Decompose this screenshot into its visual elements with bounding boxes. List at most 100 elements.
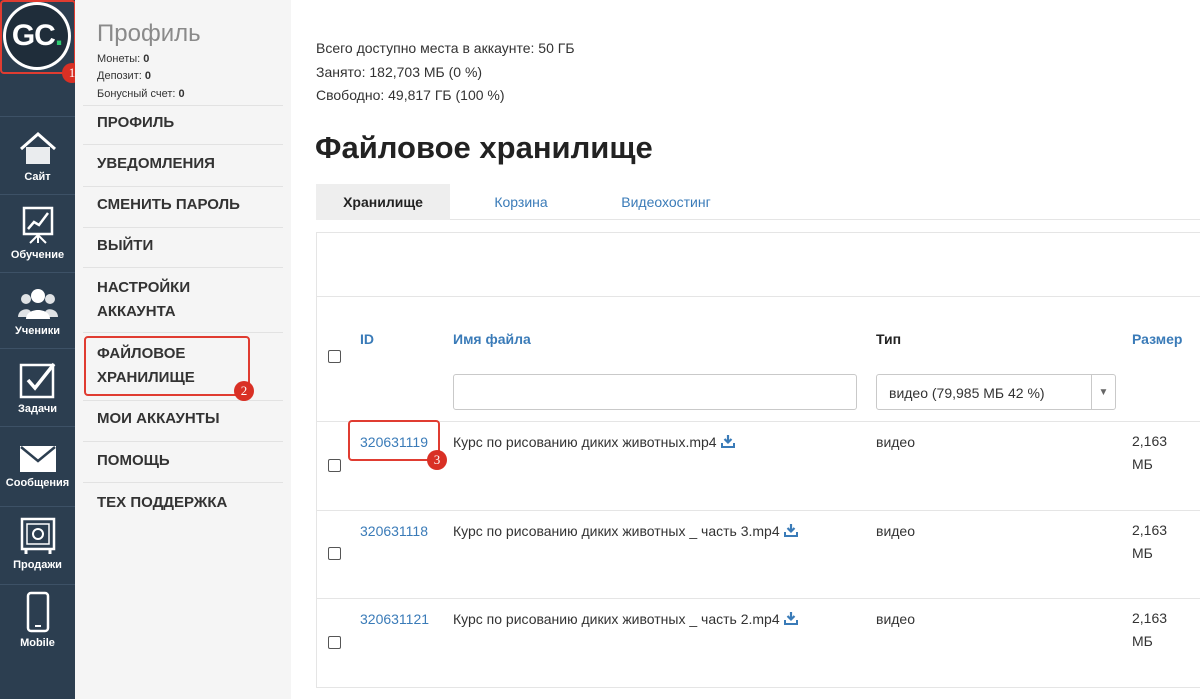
phone-icon [26,591,49,633]
bonus-value: 0 [178,88,185,100]
deposit-stat: Депозит: 0 [97,70,151,82]
coins-value: 0 [143,53,150,65]
annotation-box-3 [348,420,440,461]
row-divider [317,421,1200,422]
rail-item-site[interactable]: Сайт [0,116,75,194]
filename-filter-input[interactable] [453,374,857,410]
menu-divider [83,144,283,145]
file-name-text: Курс по рисованию диких животных _ часть… [453,523,780,539]
file-size-number: 2,163 [1132,433,1168,449]
storage-used: Занято: 182,703 МБ (0 %) [316,64,483,80]
menu-item-account-settings-line2: АККАУНТА [97,303,176,320]
download-icon[interactable] [783,611,798,625]
rail-item-students[interactable]: Ученики [0,272,75,348]
column-header-name[interactable]: Имя файла [453,331,531,347]
users-icon [17,289,58,319]
menu-divider [83,105,283,106]
file-name: Курс по рисованию диких животных _ часть… [453,611,798,627]
file-size: 2,163 МБ [1132,607,1167,653]
download-icon[interactable] [720,434,735,448]
files-table: ID Имя файла Тип Размер видео (79,985 МБ… [316,232,1200,688]
file-size-number: 2,163 [1132,522,1168,538]
column-header-id[interactable]: ID [360,331,374,347]
file-type: видео [876,434,915,450]
tab-trash[interactable]: Корзина [464,184,578,220]
menu-item-my-accounts[interactable]: МОИ АККАУНТЫ [97,407,220,431]
menu-item-change-password[interactable]: СМЕНИТЬ ПАРОЛЬ [97,193,240,217]
rail-label-site: Сайт [24,171,51,183]
type-filter-value: видео (79,985 МБ 42 %) [889,385,1045,401]
file-id-link[interactable]: 320631118 [360,523,428,539]
menu-divider [83,441,283,442]
envelope-icon [19,446,56,472]
file-type: видео [876,611,915,627]
menu-item-logout[interactable]: ВЫЙТИ [97,234,153,258]
column-header-size[interactable]: Размер [1132,331,1182,347]
file-size: 2,163 МБ [1132,430,1167,476]
rail-item-learning[interactable]: Обучение [0,194,75,272]
file-name: Курс по рисованию диких животных _ часть… [453,523,798,539]
safe-icon [20,517,55,554]
menu-divider [83,186,283,187]
menu-item-help[interactable]: ПОМОЩЬ [97,449,170,473]
row-divider [317,598,1200,599]
file-size-unit: МБ [1132,456,1153,472]
annotation-box-1 [0,0,76,74]
menu-item-account-settings-line1: НАСТРОЙКИ [97,279,191,296]
file-size-unit: МБ [1132,545,1153,561]
column-header-type: Тип [876,331,902,347]
menu-item-tech-support[interactable]: ТЕХ ПОДДЕРЖКА [97,491,227,515]
page-title: Файловое хранилище [315,130,653,165]
bonus-label: Бонусный счет: [97,88,176,100]
type-filter-select[interactable]: видео (79,985 МБ 42 %) ▼ [876,374,1116,410]
rail-label-learning: Обучение [10,249,65,261]
file-size-unit: МБ [1132,633,1153,649]
deposit-label: Депозит: [97,70,142,82]
select-all-checkbox[interactable] [328,350,341,363]
rail-item-sales[interactable]: Продажи [0,506,75,584]
menu-divider [83,227,283,228]
checkbox-icon [19,362,55,399]
row-checkbox[interactable] [328,636,341,649]
menu-item-notifications[interactable]: УВЕДОМЛЕНИЯ [97,152,215,176]
file-name-text: Курс по рисованию диких животных _ часть… [453,611,780,627]
home-icon [19,131,56,164]
bonus-stat: Бонусный счет: 0 [97,88,185,100]
rail-label-students: Ученики [14,325,61,337]
tab-storage[interactable]: Хранилище [316,184,450,220]
coins-stat: Монеты: 0 [97,53,149,65]
download-icon[interactable] [783,523,798,537]
annotation-number-2: 2 [234,381,254,401]
file-size: 2,163 МБ [1132,519,1167,565]
tab-video-hosting[interactable]: Видеохостинг [596,184,736,220]
annotation-box-2 [84,336,250,396]
row-checkbox[interactable] [328,547,341,560]
row-checkbox[interactable] [328,459,341,472]
rail-label-messages: Сообщения [5,477,70,489]
file-id-link[interactable]: 320631121 [360,611,429,627]
rail-label-tasks: Задачи [18,403,57,415]
file-name-text: Курс по рисованию диких животных.mp4 [453,434,717,450]
storage-free: Свободно: 49,817 ГБ (100 %) [316,87,505,103]
rail-item-messages[interactable]: Сообщения [0,426,75,506]
menu-divider [83,332,283,333]
row-divider [317,510,1200,511]
storage-tabs: Хранилище Корзина Видеохостинг [316,184,1200,220]
file-size-number: 2,163 [1132,610,1168,626]
chevron-down-icon[interactable]: ▼ [1091,375,1115,409]
menu-divider [83,267,283,268]
rail-item-tasks[interactable]: Задачи [0,348,75,426]
storage-total: Всего доступно места в аккаунте: 50 ГБ [316,40,575,56]
rail-label-sales: Продажи [13,559,62,571]
menu-item-profile[interactable]: ПРОФИЛЬ [97,111,174,135]
profile-title: Профиль [97,20,201,47]
menu-divider [83,400,283,401]
rail-label-mobile: Mobile [20,637,55,649]
rail-item-mobile[interactable]: Mobile [0,584,75,664]
file-type: видео [876,523,915,539]
panel-divider [317,296,1200,297]
annotation-number-3: 3 [427,450,447,470]
chart-board-icon [22,206,53,244]
file-name: Курс по рисованию диких животных.mp4 [453,434,735,450]
app-rail: GC. Сайт Обучение Ученики Задачи Сообщен… [0,0,75,699]
